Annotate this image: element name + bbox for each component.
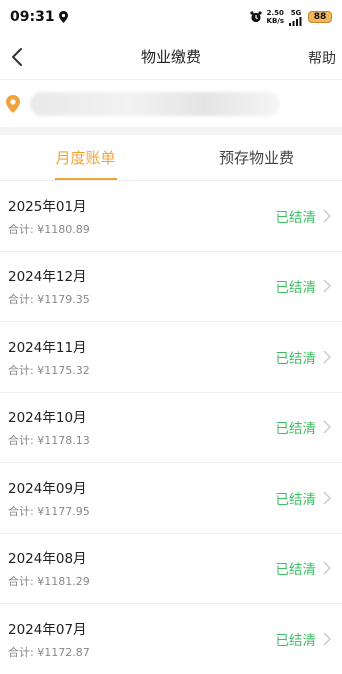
list-item[interactable]: 2024年09月 合计: ¥1177.95 已结清 — [0, 463, 342, 534]
redacted-address — [30, 91, 280, 116]
bill-month: 2025年01月 — [8, 198, 87, 215]
chevron-right-icon — [323, 491, 331, 505]
status-badge: 已结清 — [275, 632, 317, 649]
chevron-right-icon — [323, 420, 331, 434]
back-arrow-icon[interactable] — [8, 46, 28, 68]
help-button[interactable]: 帮助 — [308, 48, 336, 68]
status-badge: 已结清 — [275, 350, 317, 367]
status-badge: 已结清 — [275, 209, 317, 226]
bill-total: 合计: ¥1181.29 — [8, 575, 90, 589]
tab-monthly-bills[interactable]: 月度账单 — [0, 135, 171, 180]
nav-bar: 物业缴费 帮助 — [0, 34, 342, 80]
list-item[interactable]: 2024年10月 合计: ¥1178.13 已结清 — [0, 393, 342, 463]
clock: 09:31 — [10, 9, 55, 25]
location-pin-icon — [6, 94, 20, 113]
chevron-right-icon — [323, 350, 331, 364]
address-bar[interactable] — [0, 80, 342, 135]
list-item[interactable]: 2024年08月 合计: ¥1181.29 已结清 — [0, 534, 342, 604]
bill-month: 2024年11月 — [8, 339, 87, 356]
network-type: 5G — [289, 9, 303, 26]
alarm-icon — [249, 11, 262, 23]
chevron-right-icon — [323, 279, 331, 293]
bill-total: 合计: ¥1178.13 — [8, 434, 90, 448]
bill-total: 合计: ¥1180.89 — [8, 222, 90, 236]
bill-month: 2024年08月 — [8, 551, 87, 568]
list-item[interactable]: 2024年11月 合计: ¥1175.32 已结清 — [0, 322, 342, 393]
bill-list: 2025年01月 合计: ¥1180.89 已结清 2024年12月 合计: ¥… — [0, 181, 342, 674]
network-speed: 2.50 KB/s — [266, 9, 284, 25]
list-item[interactable]: 2024年07月 合计: ¥1172.87 已结清 — [0, 604, 342, 674]
bill-total: 合计: ¥1172.87 — [8, 645, 90, 659]
bill-total: 合计: ¥1177.95 — [8, 504, 90, 518]
battery-indicator: 88 — [308, 11, 332, 23]
bill-month: 2024年09月 — [8, 480, 87, 497]
bill-month: 2024年10月 — [8, 410, 87, 427]
tab-prepaid-fee[interactable]: 预存物业费 — [171, 135, 342, 180]
signal-icon — [289, 16, 302, 26]
bill-total: 合计: ¥1179.35 — [8, 293, 90, 307]
tab-bar: 月度账单 预存物业费 — [0, 135, 342, 181]
location-pin-icon — [58, 11, 68, 23]
chevron-right-icon — [323, 209, 331, 223]
status-bar: 09:31 2.50 KB/s 5G 88 — [0, 0, 342, 34]
status-badge: 已结清 — [275, 491, 317, 508]
bill-month: 2024年07月 — [8, 621, 87, 638]
chevron-right-icon — [323, 632, 331, 646]
page-title: 物业缴费 — [140, 48, 201, 66]
status-badge: 已结清 — [275, 562, 317, 579]
bill-total: 合计: ¥1175.32 — [8, 363, 90, 377]
list-item[interactable]: 2024年12月 合计: ¥1179.35 已结清 — [0, 252, 342, 322]
status-badge: 已结清 — [275, 421, 317, 438]
chevron-right-icon — [323, 561, 331, 575]
status-badge: 已结清 — [275, 280, 317, 297]
list-item[interactable]: 2025年01月 合计: ¥1180.89 已结清 — [0, 181, 342, 252]
bill-month: 2024年12月 — [8, 269, 87, 286]
